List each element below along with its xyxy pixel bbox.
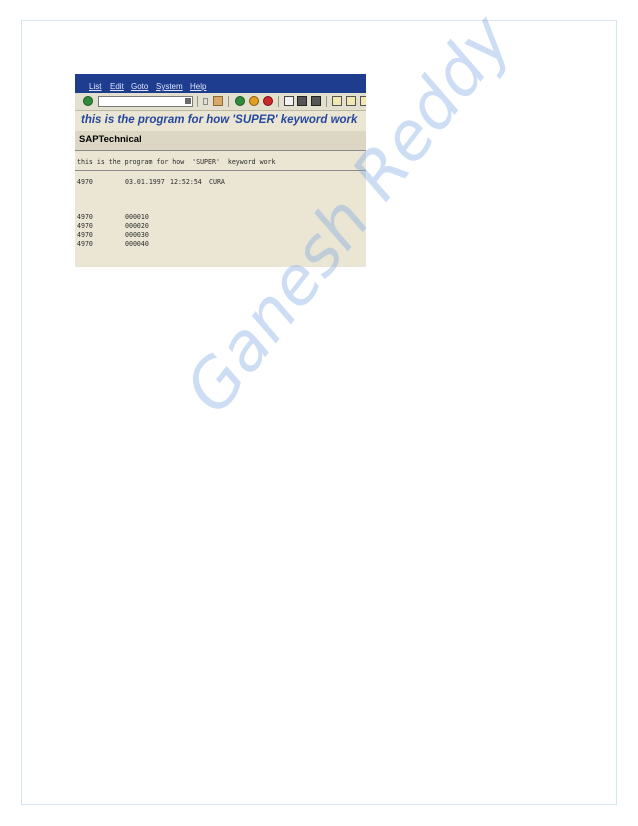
list-heading: this is the program for how 'SUPER' keyw… — [77, 158, 276, 166]
info-id: 4970 — [77, 178, 93, 186]
menu-list[interactable]: List — [89, 82, 101, 91]
toolbar — [75, 93, 366, 111]
info-user: CURA — [209, 178, 225, 186]
history-icon[interactable] — [203, 98, 208, 105]
toolbar-separator — [278, 96, 279, 107]
report-header: SAPTechnical — [75, 131, 366, 151]
command-dropdown-icon[interactable] — [185, 98, 191, 104]
print-icon[interactable] — [284, 96, 294, 106]
toolbar-separator — [197, 96, 198, 107]
menu-goto-label: Goto — [131, 82, 149, 91]
enter-icon[interactable] — [83, 96, 93, 106]
row-id: 4970 — [77, 240, 93, 248]
menu-goto[interactable]: Goto — [131, 82, 148, 91]
row-id: 4970 — [77, 213, 93, 221]
list-divider — [75, 170, 366, 171]
info-date: 03.01.1997 — [125, 178, 165, 186]
next-page-icon[interactable] — [360, 96, 366, 106]
menu-edit-label: Edit — [110, 82, 124, 91]
menu-system-label: System — [156, 82, 183, 91]
toolbar-separator — [228, 96, 229, 107]
menu-system[interactable]: System — [156, 82, 183, 91]
toolbar-separator — [326, 96, 327, 107]
row-value: 000040 — [125, 240, 149, 248]
find-icon[interactable] — [297, 96, 307, 106]
previous-page-icon[interactable] — [346, 96, 356, 106]
row-id: 4970 — [77, 231, 93, 239]
menu-help[interactable]: Help — [190, 82, 206, 91]
report-header-label: SAPTechnical — [79, 134, 142, 145]
cancel-icon[interactable] — [263, 96, 273, 106]
command-field[interactable] — [98, 96, 193, 107]
menu-help-label: Help — [190, 82, 207, 91]
save-icon[interactable] — [213, 96, 223, 106]
row-value: 000010 — [125, 213, 149, 221]
row-id: 4970 — [77, 222, 93, 230]
menu-edit[interactable]: Edit — [110, 82, 124, 91]
screen-title: this is the program for how 'SUPER' keyw… — [81, 114, 358, 126]
row-value: 000020 — [125, 222, 149, 230]
exit-icon[interactable] — [249, 96, 259, 106]
first-page-icon[interactable] — [332, 96, 342, 106]
back-icon[interactable] — [235, 96, 245, 106]
info-time: 12:52:54 — [170, 178, 202, 186]
menu-bar: List Edit Goto System Help — [75, 74, 366, 93]
find-next-icon[interactable] — [311, 96, 321, 106]
menu-list-label: List — [89, 82, 102, 91]
row-value: 000030 — [125, 231, 149, 239]
